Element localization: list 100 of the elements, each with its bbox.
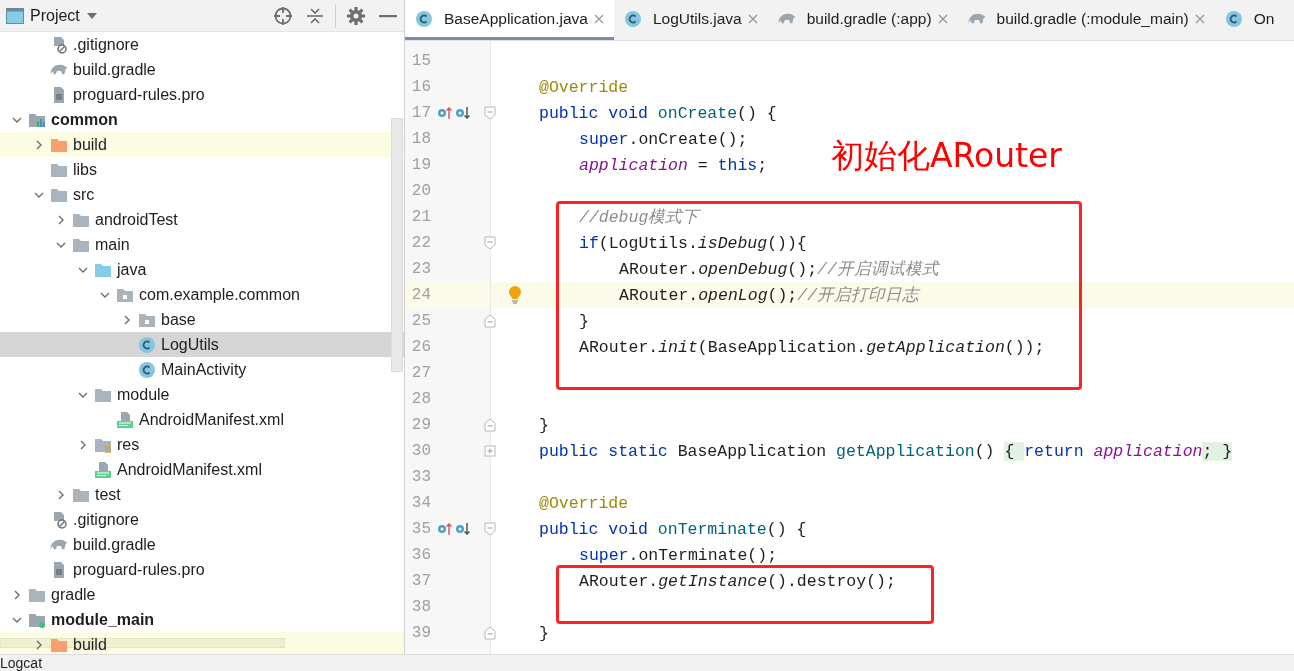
code-line: } bbox=[539, 415, 549, 435]
code-line: public static BaseApplication getApplication() { return application; } bbox=[539, 441, 1233, 461]
manifest-icon bbox=[116, 410, 134, 429]
fold-marker-icon[interactable] bbox=[484, 236, 496, 250]
line-number: 24 bbox=[410, 286, 431, 304]
tree-item[interactable]: build bbox=[0, 132, 404, 157]
line-number: 37 bbox=[410, 572, 431, 590]
tree-item[interactable]: MainActivity bbox=[0, 357, 404, 382]
project-view-dropdown[interactable]: Project bbox=[4, 4, 100, 27]
line-number: 16 bbox=[410, 78, 431, 96]
line-number: 20 bbox=[410, 182, 431, 200]
line-number: 21 bbox=[410, 208, 431, 226]
line-number: 22 bbox=[410, 234, 431, 252]
editor-tab[interactable]: LogUtils.java bbox=[613, 0, 768, 40]
close-icon[interactable] bbox=[937, 13, 948, 24]
code-line: super.onCreate(); bbox=[579, 129, 748, 149]
tree-item[interactable]: LogUtils bbox=[0, 332, 404, 357]
tree-item[interactable]: AndroidManifest.xml bbox=[0, 407, 404, 432]
line-number: 30 bbox=[410, 442, 431, 460]
class-icon bbox=[138, 335, 156, 354]
code-line: ARouter.getInstance().destroy(); bbox=[579, 571, 896, 591]
line-number: 38 bbox=[410, 598, 431, 616]
tree-item[interactable]: .gitignore bbox=[0, 32, 404, 57]
tree-item[interactable]: libs bbox=[0, 157, 404, 182]
tree-item[interactable]: common bbox=[0, 107, 404, 132]
code-line: super.onTerminate(); bbox=[579, 545, 778, 565]
code-line: if(LogUtils.isDebug()){ bbox=[579, 233, 807, 253]
tree-item[interactable]: main bbox=[0, 232, 404, 257]
tree-item[interactable]: java bbox=[0, 257, 404, 282]
close-icon[interactable] bbox=[1194, 13, 1205, 24]
fold-marker-icon[interactable] bbox=[484, 106, 496, 120]
tree-item[interactable]: com.example.common bbox=[0, 282, 404, 307]
code-line: @Override bbox=[539, 77, 629, 97]
line-number: 19 bbox=[410, 156, 431, 174]
line-number: 15 bbox=[410, 52, 431, 70]
elephant-icon bbox=[967, 13, 986, 24]
caret-icon bbox=[85, 11, 98, 20]
window-icon bbox=[6, 7, 24, 24]
line-number: 18 bbox=[410, 130, 431, 148]
line-number: 23 bbox=[410, 260, 431, 278]
tree-item[interactable]: build bbox=[0, 632, 404, 654]
line-number: 26 bbox=[410, 338, 431, 356]
code-line: } bbox=[579, 311, 589, 331]
class-icon bbox=[415, 9, 433, 28]
override-markers-icon[interactable] bbox=[437, 106, 471, 120]
code-line: ARouter.openLog();//开启打印日志 bbox=[619, 285, 920, 306]
close-icon[interactable] bbox=[747, 13, 758, 24]
line-number: 17 bbox=[410, 104, 431, 122]
tree-item[interactable]: proguard-rules.pro bbox=[0, 557, 404, 582]
tree-item[interactable]: gradle bbox=[0, 582, 404, 607]
line-number: 29 bbox=[410, 416, 431, 434]
line-number: 36 bbox=[410, 546, 431, 564]
line-number: 35 bbox=[410, 520, 431, 538]
override-markers-icon[interactable] bbox=[437, 522, 471, 536]
tree-item[interactable]: AndroidManifest.xml bbox=[0, 457, 404, 482]
line-number: 34 bbox=[410, 494, 431, 512]
tree-item[interactable]: module_main bbox=[0, 607, 404, 632]
code-line: public void onCreate() { bbox=[539, 103, 777, 123]
tree-item[interactable]: res bbox=[0, 432, 404, 457]
scrollbar[interactable] bbox=[0, 638, 285, 648]
tree-item[interactable]: test bbox=[0, 482, 404, 507]
fold-marker-icon[interactable] bbox=[484, 522, 496, 536]
elephant-icon bbox=[50, 539, 68, 550]
tree-item[interactable]: .gitignore bbox=[0, 507, 404, 532]
scrollbar[interactable] bbox=[391, 118, 403, 372]
tree-item[interactable]: build.gradle bbox=[0, 57, 404, 82]
code-line: @Override bbox=[539, 493, 629, 513]
manifest-icon bbox=[94, 460, 112, 479]
close-icon[interactable] bbox=[593, 13, 604, 24]
code-line: ARouter.openDebug();//开启调试模式 bbox=[619, 259, 939, 280]
tool-window-tab[interactable]: Logcat bbox=[0, 655, 43, 671]
class-icon bbox=[1224, 9, 1243, 28]
elephant-icon bbox=[50, 64, 68, 75]
tree-item[interactable]: androidTest bbox=[0, 207, 404, 232]
tree-item[interactable]: proguard-rules.pro bbox=[0, 82, 404, 107]
code-line: } bbox=[539, 623, 549, 643]
editor-tab[interactable]: On bbox=[1214, 0, 1285, 40]
tree-item[interactable]: src bbox=[0, 182, 404, 207]
tree-item[interactable]: base bbox=[0, 307, 404, 332]
code-line: ARouter.init(BaseApplication.getApplication()); bbox=[579, 337, 1045, 357]
code-line: //debug模式下 bbox=[579, 207, 700, 228]
line-number: 39 bbox=[410, 624, 431, 642]
line-number: 28 bbox=[410, 390, 431, 408]
annotation-label: 初始化ARouter bbox=[831, 135, 1062, 177]
line-number: 27 bbox=[410, 364, 431, 382]
tree-item[interactable]: build.gradle bbox=[0, 532, 404, 557]
tree-item[interactable]: module bbox=[0, 382, 404, 407]
fold-marker-icon[interactable] bbox=[484, 314, 496, 328]
editor-tab[interactable]: build.gradle (:module_main) bbox=[957, 0, 1215, 40]
fold-marker-icon[interactable] bbox=[484, 626, 496, 640]
fold-marker-icon[interactable] bbox=[484, 418, 496, 432]
code-line: application = this; bbox=[579, 155, 768, 175]
elephant-icon bbox=[777, 13, 796, 24]
line-number: 33 bbox=[410, 468, 431, 486]
line-number: 25 bbox=[410, 312, 431, 330]
editor-tab[interactable]: build.gradle (:app) bbox=[767, 0, 958, 40]
class-icon bbox=[138, 360, 156, 379]
class-icon bbox=[623, 9, 642, 28]
code-line: public void onTerminate() { bbox=[539, 519, 807, 539]
editor-tab[interactable]: BaseApplication.java bbox=[405, 0, 614, 40]
